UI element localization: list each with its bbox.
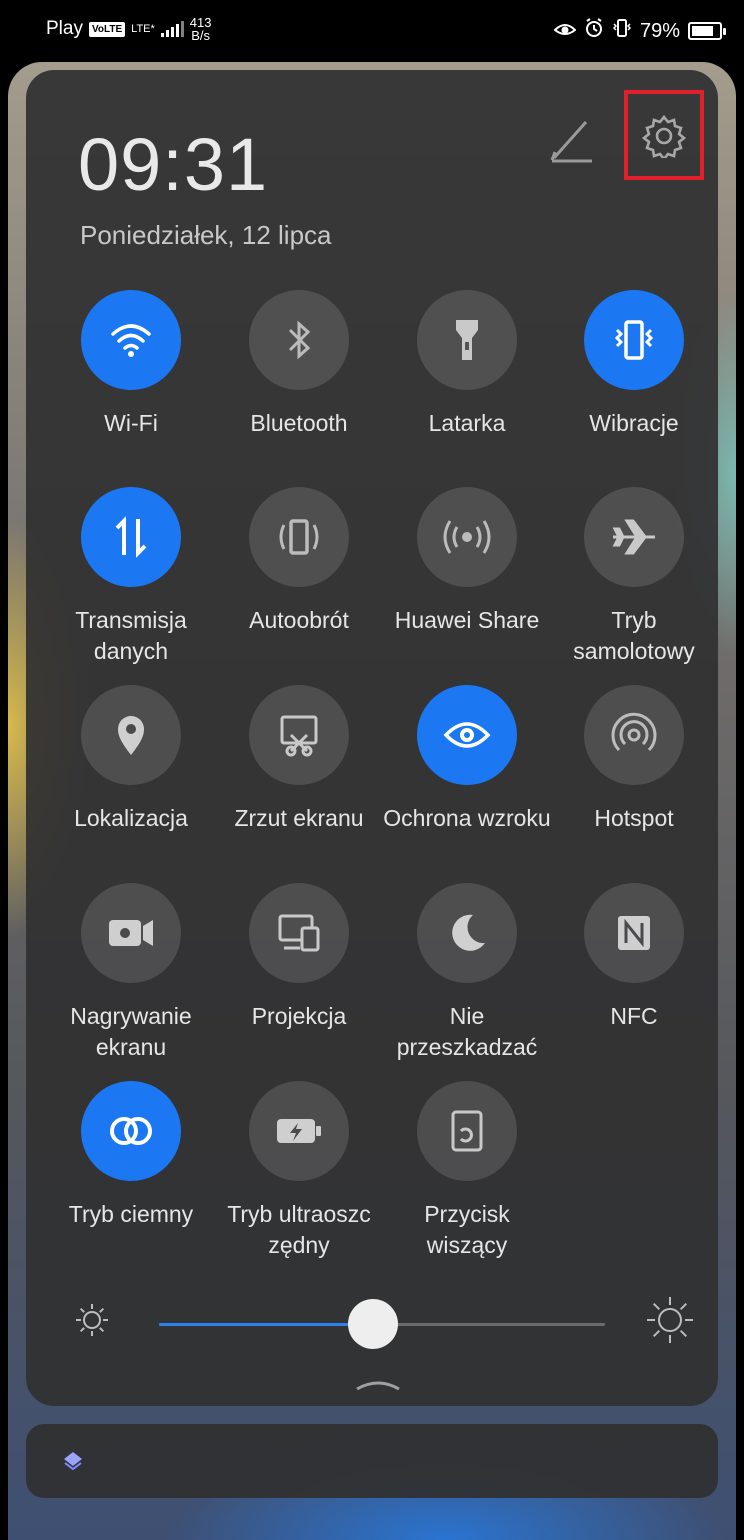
tile-label: Nagrywanie ekranu (70, 1003, 192, 1060)
alarm-icon (584, 18, 604, 44)
dark-mode-icon[interactable] (81, 1081, 181, 1181)
tile-label: Latarka (428, 410, 506, 436)
tile-hotspot[interactable]: Hotspot (549, 685, 719, 834)
carrier-name: Play (46, 18, 83, 39)
tile-label: Transmisja danych (75, 607, 187, 664)
tile-label: Ochrona wzroku (383, 805, 551, 831)
tile-label: Projekcja (251, 1003, 347, 1029)
tile-bluetooth[interactable]: Bluetooth (214, 290, 384, 439)
screen-record-icon[interactable] (81, 883, 181, 983)
tile-wifi[interactable]: Wi-Fi (46, 290, 216, 439)
edit-tiles-button[interactable] (546, 114, 598, 166)
tile-vibration[interactable]: Wibracje (549, 290, 719, 439)
tile-label: Tryb ultraoszc zędny (227, 1201, 371, 1258)
eye-comfort-status-icon (553, 20, 577, 43)
screenshot-icon[interactable] (249, 685, 349, 785)
gear-icon (642, 114, 686, 158)
tile-dnd[interactable]: Nie przeszkadzać (382, 883, 552, 1063)
network-speed: 413 B/s (190, 16, 212, 42)
hotspot-icon[interactable] (584, 685, 684, 785)
tile-huawei-share[interactable]: Huawei Share (382, 487, 552, 636)
signal-icon (160, 21, 184, 37)
tile-airplane[interactable]: Tryb samolotowy (549, 487, 719, 667)
brightness-low-icon (72, 1300, 112, 1345)
vibration-icon[interactable] (584, 290, 684, 390)
tile-label: Wibracje (589, 410, 679, 436)
expand-handle[interactable] (355, 1376, 401, 1397)
projection-icon[interactable] (249, 883, 349, 983)
tile-label: Tryb ciemny (68, 1201, 194, 1227)
flashlight-icon[interactable] (417, 290, 517, 390)
network-type: LTE* (131, 23, 155, 35)
floating-button-icon[interactable] (417, 1081, 517, 1181)
brightness-high-icon (644, 1294, 696, 1351)
tile-label: Zrzut ekranu (234, 805, 364, 831)
huawei-share-icon[interactable] (417, 487, 517, 587)
brightness-thumb[interactable] (348, 1299, 399, 1349)
vibration-status-icon (612, 18, 632, 44)
battery-icon (688, 22, 726, 40)
data-transfer-icon[interactable] (81, 487, 181, 587)
battery-saver-icon[interactable] (249, 1081, 349, 1181)
tile-label: Autoobrót (249, 607, 349, 633)
auto-rotate-icon[interactable] (249, 487, 349, 587)
tile-location[interactable]: Lokalizacja (46, 685, 216, 834)
eye-icon[interactable] (417, 685, 517, 785)
tile-nfc[interactable]: NFC (549, 883, 719, 1032)
tile-label: Hotspot (594, 805, 674, 831)
wifi-icon[interactable] (81, 290, 181, 390)
tile-label: Lokalizacja (74, 805, 188, 831)
brightness-fill (159, 1323, 374, 1326)
pencil-icon (550, 121, 592, 163)
location-icon[interactable] (81, 685, 181, 785)
bluetooth-icon[interactable] (249, 290, 349, 390)
date[interactable]: Poniedziałek, 12 lipca (80, 220, 332, 251)
airplane-icon[interactable] (584, 487, 684, 587)
settings-button[interactable] (624, 90, 704, 180)
tile-flashlight[interactable]: Latarka (382, 290, 552, 439)
tile-dark-mode[interactable]: Tryb ciemny (46, 1081, 216, 1230)
clock[interactable]: 09:31 (78, 122, 268, 207)
tile-label: Nie przeszkadzać (396, 1003, 538, 1060)
quick-settings-panel: 09:31 Poniedziałek, 12 lipca Wi-Fi Blueto… (26, 70, 718, 1406)
battery-percent: 79% (639, 19, 680, 42)
tile-mobile-data[interactable]: Transmisja danych (46, 487, 216, 667)
tile-label: Wi-Fi (104, 410, 158, 436)
tile-screen-record[interactable]: Nagrywanie ekranu (46, 883, 216, 1063)
tile-label: Bluetooth (250, 410, 348, 436)
nfc-icon[interactable] (584, 883, 684, 983)
tile-label: Huawei Share (394, 607, 540, 633)
tile-screenshot[interactable]: Zrzut ekranu (214, 685, 384, 834)
tile-auto-rotate[interactable]: Autoobrót (214, 487, 384, 636)
tile-ultra-saver[interactable]: Tryb ultraoszc zędny (214, 1081, 384, 1261)
tile-label: NFC (610, 1003, 658, 1029)
chevron-up-icon (356, 1381, 400, 1391)
status-bar: Play VoLTE LTE* 413 B/s 79% (0, 0, 744, 62)
layers-icon (62, 1450, 84, 1477)
tile-label: Tryb samolotowy (573, 607, 695, 664)
tile-projection[interactable]: Projekcja (214, 883, 384, 1032)
tile-label: Przycisk wiszący (424, 1201, 510, 1258)
moon-icon[interactable] (417, 883, 517, 983)
tile-eye-comfort[interactable]: Ochrona wzroku (382, 685, 552, 834)
speed-unit: B/s (191, 28, 211, 43)
brightness-control (26, 1280, 718, 1360)
tile-floating-button[interactable]: Przycisk wiszący (382, 1081, 552, 1261)
notification-card[interactable] (26, 1424, 718, 1498)
volte-badge: VoLTE (88, 21, 126, 37)
